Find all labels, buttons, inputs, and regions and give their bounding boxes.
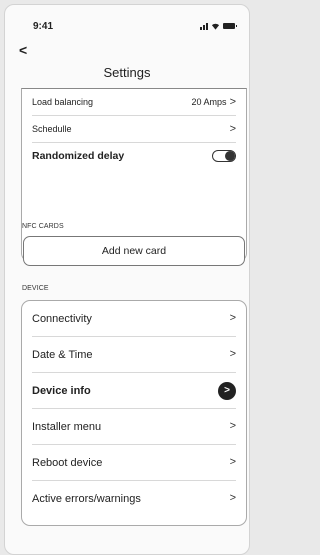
chevron-right-icon: > (229, 456, 236, 468)
chevron-right-icon: > (229, 312, 236, 324)
randomized-delay-row: Randomized delay (32, 143, 236, 169)
date-time-row[interactable]: Date & Time > (32, 337, 236, 373)
chevron-right-icon: > (229, 95, 236, 108)
active-errors-label: Active errors/warnings (32, 492, 141, 505)
chevron-right-icon: > (229, 492, 236, 504)
load-balancing-label: Load balancing (32, 97, 94, 107)
randomized-delay-label: Randomized delay (32, 150, 125, 162)
reboot-device-label: Reboot device (32, 456, 103, 469)
chevron-right-icon: > (229, 122, 236, 135)
device-card: Connectivity > Date & Time > Device info… (21, 300, 247, 526)
signal-icon (200, 22, 208, 30)
installer-menu-row[interactable]: Installer menu > (32, 409, 236, 445)
wifi-icon (211, 23, 220, 30)
page-title: Settings (103, 65, 151, 80)
chevron-right-icon: > (229, 420, 236, 432)
load-balancing-value-wrap: 20 Amps > (191, 95, 236, 108)
back-button[interactable]: < (19, 43, 27, 57)
schedule-label: Schedulle (32, 124, 72, 134)
phone-screen: 9:41 < Settings Load balancing 20 Amps >… (4, 4, 250, 555)
chevron-right-circle-icon: > (218, 381, 236, 400)
date-time-label: Date & Time (32, 348, 93, 361)
load-balancing-value: 20 Amps (191, 97, 227, 107)
status-time: 9:41 (33, 21, 54, 32)
chevron-right-icon: > (229, 348, 236, 360)
device-info-label: Device info (32, 384, 91, 397)
connectivity-label: Connectivity (32, 312, 92, 325)
device-info-row[interactable]: Device info > (32, 373, 236, 409)
status-icons (200, 22, 237, 30)
reboot-device-row[interactable]: Reboot device > (32, 445, 236, 481)
active-errors-row[interactable]: Active errors/warnings > (32, 481, 236, 516)
device-section-heading: DEVICE (22, 285, 49, 292)
add-new-card-button[interactable]: Add new card (23, 236, 245, 266)
connectivity-row[interactable]: Connectivity > (32, 301, 236, 337)
load-balancing-row[interactable]: Load balancing 20 Amps > (32, 89, 236, 116)
battery-icon (223, 23, 237, 29)
nfc-section-heading: NFC CARDS (22, 223, 64, 230)
randomized-delay-toggle[interactable] (212, 150, 236, 162)
status-bar: 9:41 (5, 21, 249, 35)
installer-menu-label: Installer menu (32, 420, 102, 433)
schedule-row[interactable]: Schedulle > (32, 116, 236, 143)
